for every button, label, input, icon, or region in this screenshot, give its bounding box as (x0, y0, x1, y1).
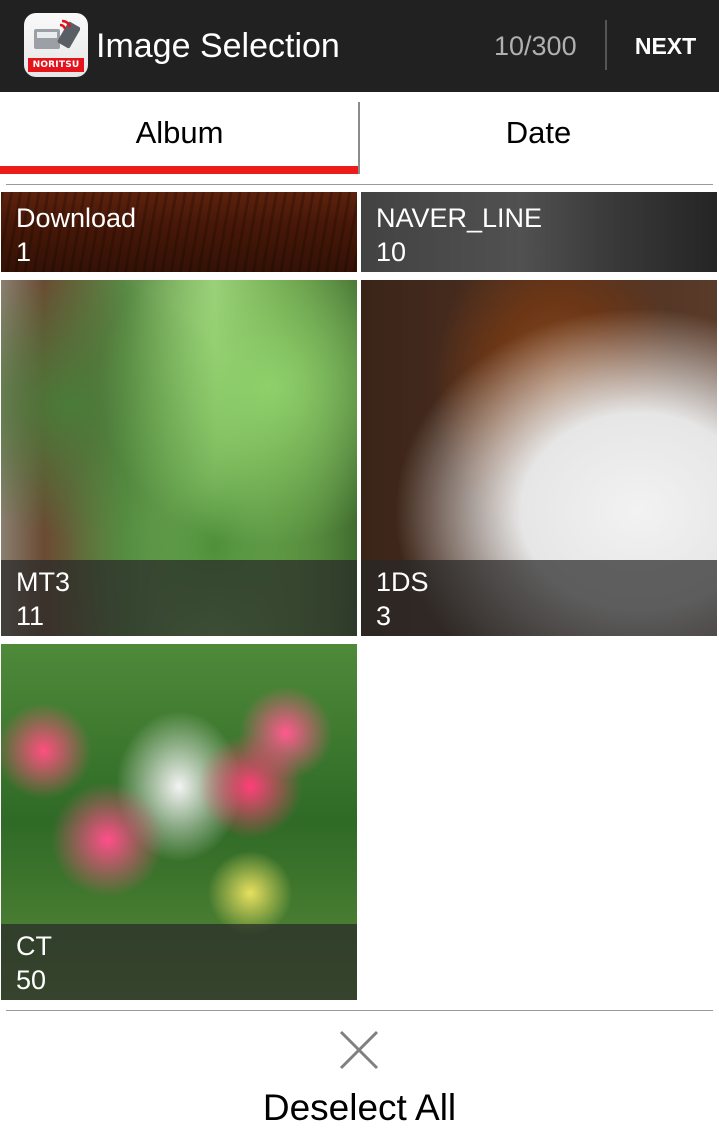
actionbar-divider (605, 20, 607, 70)
album-caption (1, 924, 357, 1000)
album-1ds[interactable]: 1DS 3 (361, 280, 717, 636)
album-mt3[interactable]: MT3 11 (1, 280, 357, 636)
tab-date[interactable]: Date (359, 92, 718, 174)
tab-album[interactable]: Album (0, 92, 359, 174)
action-bar: NORITSU Image Selection 10/300 NEXT (0, 0, 719, 92)
album-count: 3 (376, 601, 392, 631)
tab-album-label: Album (135, 115, 224, 150)
album-name: CT (16, 931, 52, 961)
album-naver-line[interactable]: NAVER_LINE 10 (361, 192, 717, 272)
album-name: Download (16, 203, 137, 233)
printer-phone-icon (34, 19, 80, 49)
album-name: 1DS (376, 567, 429, 597)
album-download[interactable]: Download 1 (1, 192, 357, 272)
album-count: 1 (16, 237, 32, 267)
content-divider (6, 184, 713, 185)
deselect-all-label: Deselect All (262, 1087, 457, 1128)
album-count: 50 (16, 965, 47, 995)
app-logo-icon: NORITSU (24, 13, 88, 77)
tab-date-label: Date (505, 115, 572, 150)
app-brand-label: NORITSU (28, 58, 84, 72)
album-name: MT3 (16, 567, 70, 597)
album-ct[interactable]: CT 50 (1, 644, 357, 1000)
page-title: Image Selection (96, 27, 340, 65)
album-name: NAVER_LINE (376, 203, 543, 233)
tab-divider (358, 102, 360, 174)
close-icon (339, 1030, 379, 1070)
album-count: 10 (376, 237, 407, 267)
album-count: 11 (16, 601, 45, 631)
selection-counter: 10/300 (494, 31, 577, 61)
next-button[interactable]: NEXT (612, 0, 719, 92)
